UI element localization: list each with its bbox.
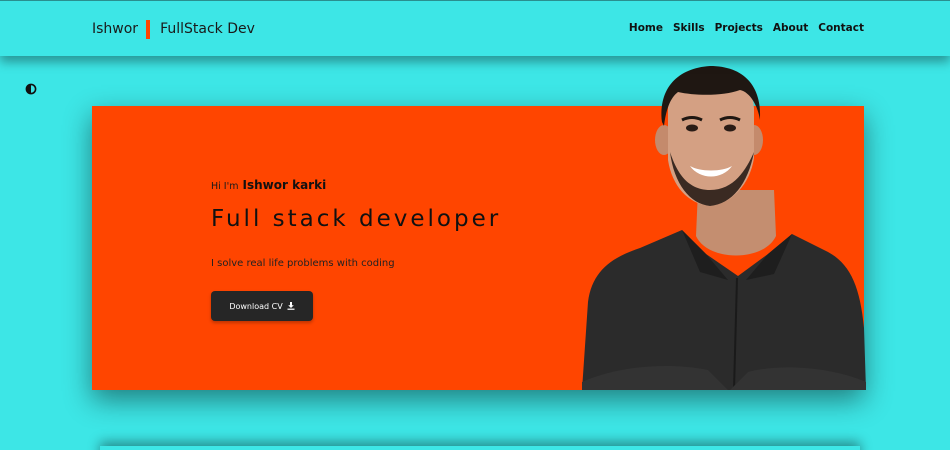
brand-logo[interactable]: Ishwor FullStack Dev [92,19,255,39]
theme-toggle-button[interactable] [25,82,37,95]
hero-name: Ishwor karki [242,178,327,192]
download-cv-label: Download CV [229,301,283,311]
nav-home[interactable]: Home [629,22,663,34]
brand-role: FullStack Dev [160,21,255,37]
hero-tagline: I solve real life problems with coding [211,258,395,269]
next-section-card [100,446,860,450]
nav-contact[interactable]: Contact [818,22,864,34]
hero-greeting: Hi I'm Ishwor karki [211,178,326,192]
half-circle-contrast-icon [25,83,37,95]
hero-title: Full stack developer [211,206,502,232]
main-nav: Home Skills Projects About Contact [629,22,864,34]
portrait-photo [582,66,866,390]
greeting-prefix: Hi I'm [211,181,239,192]
nav-projects[interactable]: Projects [715,22,763,34]
nav-about[interactable]: About [773,22,808,34]
site-header: Ishwor FullStack Dev Home Skills Project… [0,0,950,56]
nav-skills[interactable]: Skills [673,22,705,34]
brand-divider [146,19,151,39]
brand-first-name: Ishwor [92,21,139,37]
download-cv-button[interactable]: Download CV [211,291,313,321]
download-icon [287,302,295,310]
